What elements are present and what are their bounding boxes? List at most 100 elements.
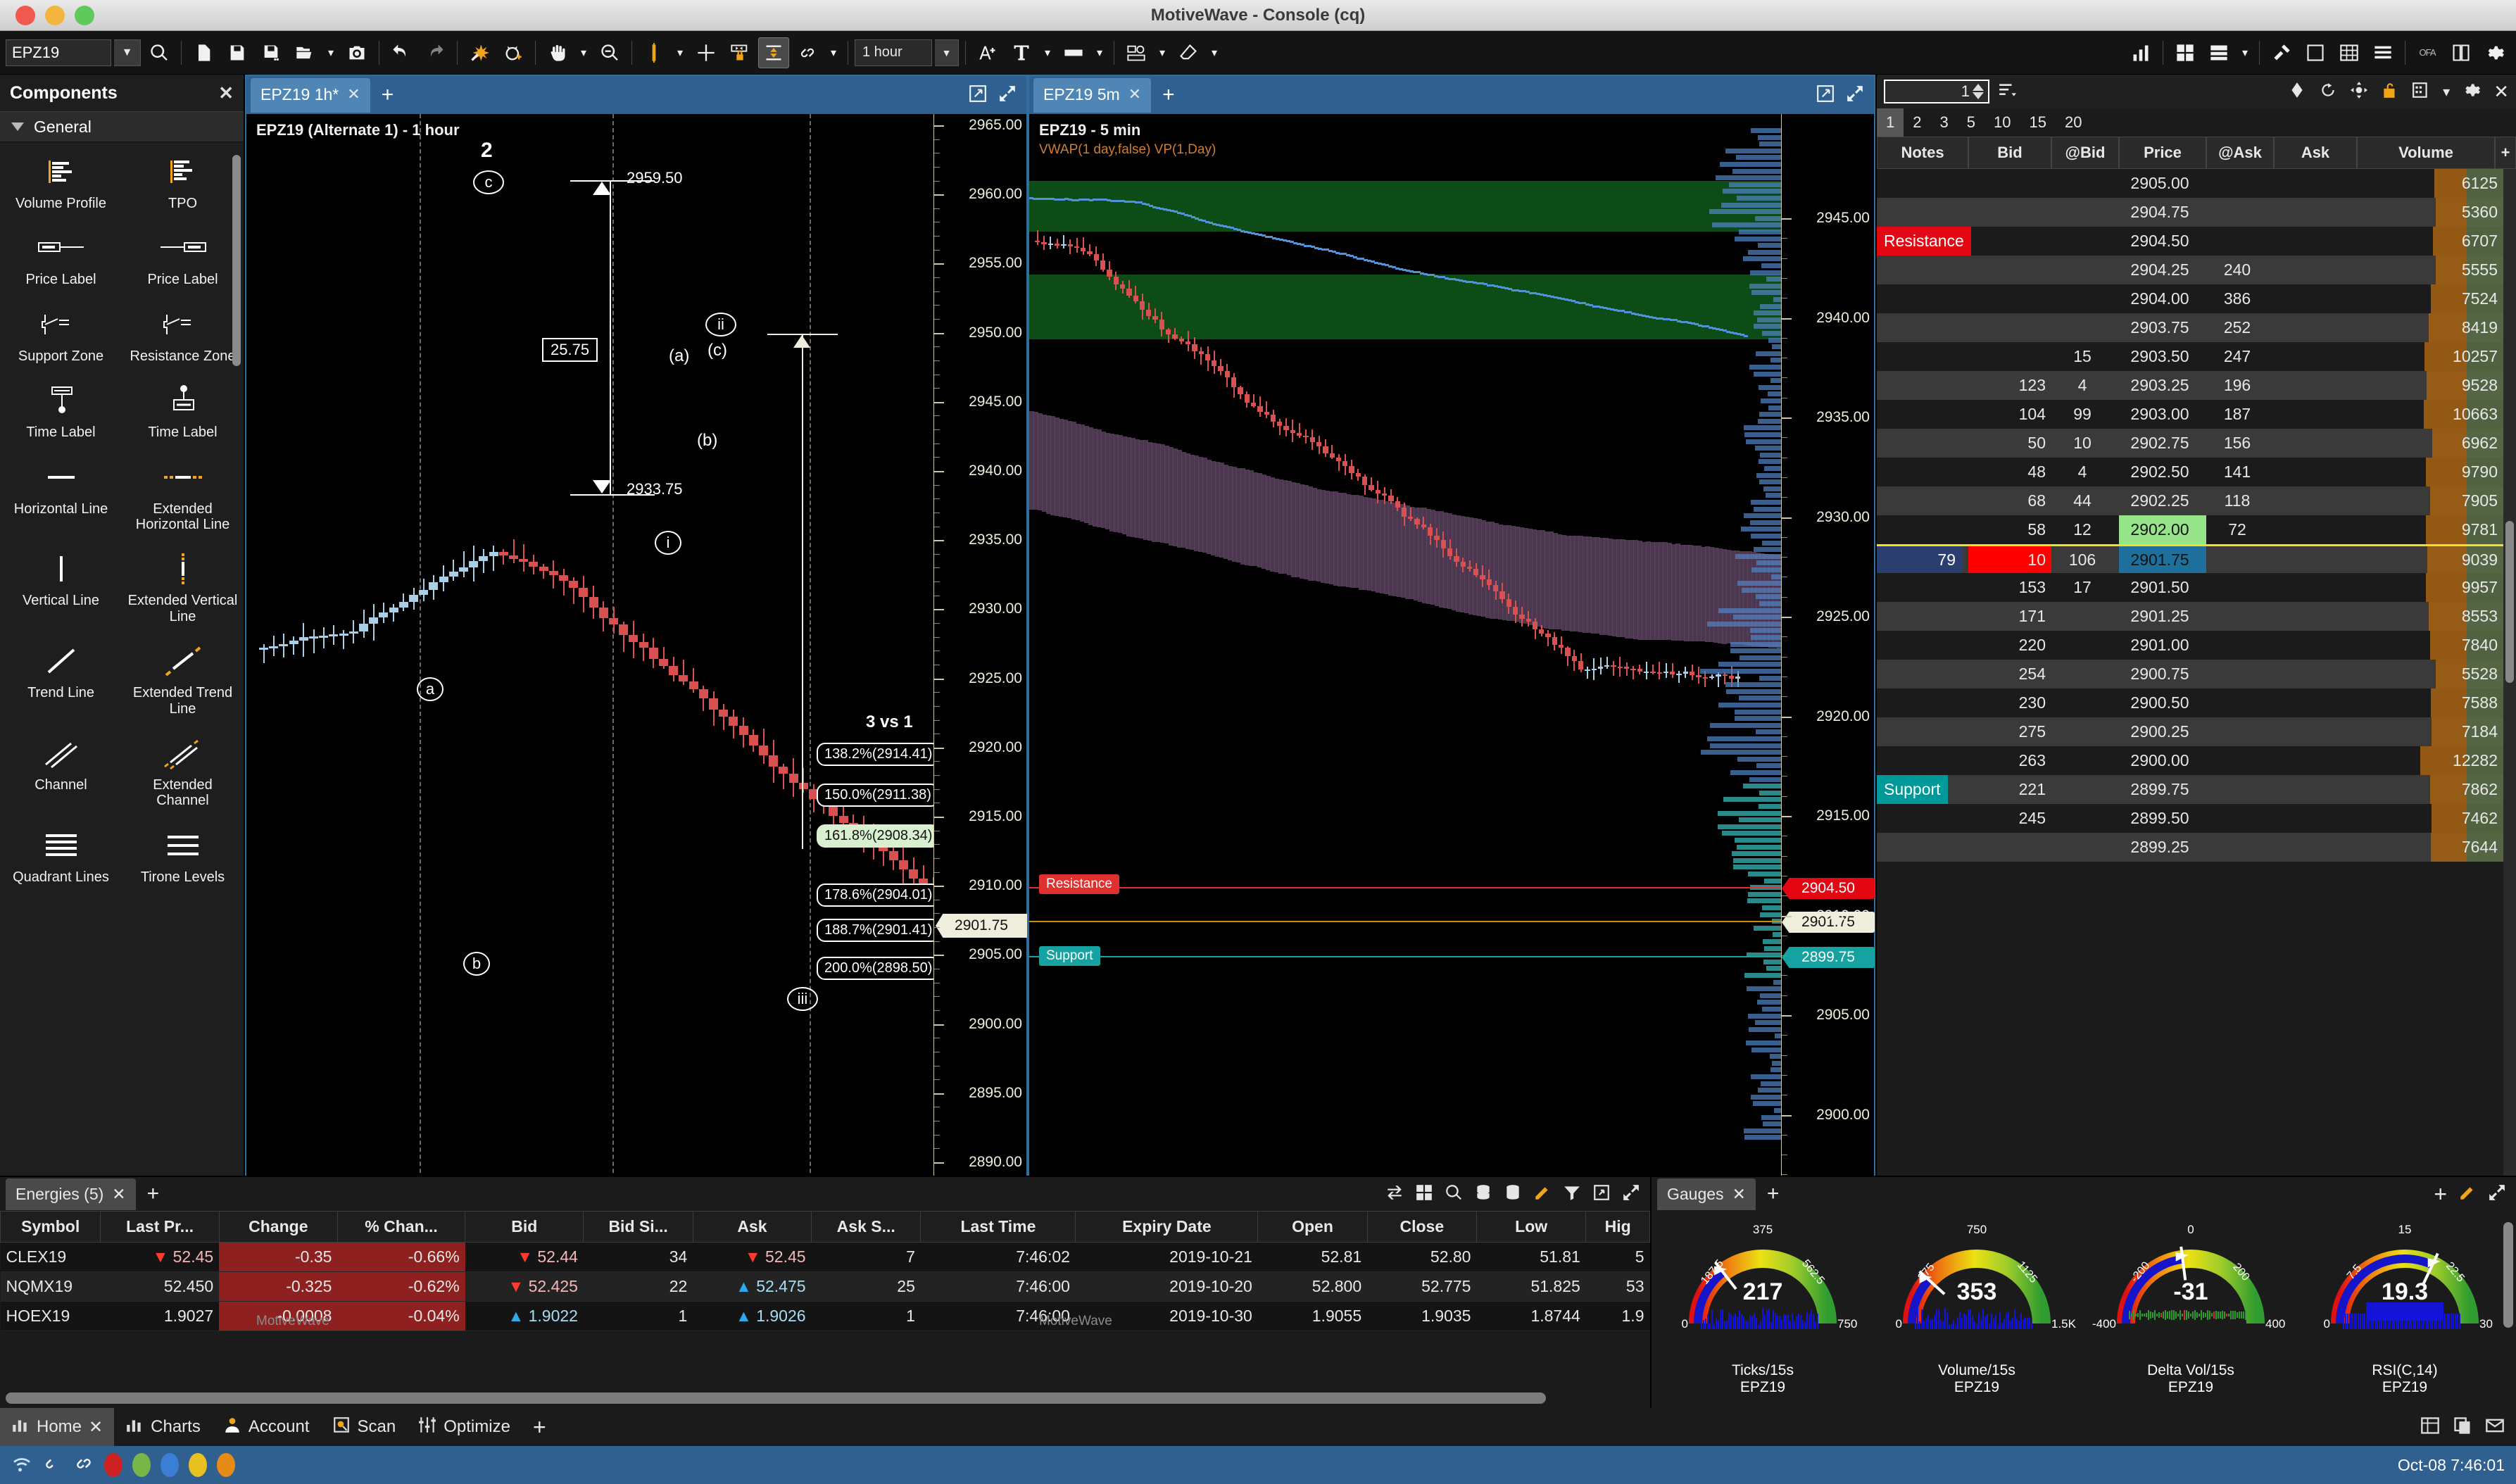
dom-cell-at-ask[interactable] bbox=[2206, 804, 2274, 833]
study-wizard-icon[interactable] bbox=[464, 37, 495, 68]
dom-cell-notes[interactable] bbox=[1877, 717, 1968, 746]
dom-cell-price[interactable]: 2903.00 bbox=[2119, 400, 2206, 429]
dom-cell-bid[interactable]: 10 bbox=[1968, 546, 2051, 573]
dom-cell-at-ask[interactable] bbox=[2206, 688, 2274, 717]
center-icon[interactable] bbox=[2350, 81, 2368, 103]
dom-cell-at-ask[interactable]: 118 bbox=[2206, 486, 2274, 515]
dom-cell-at-ask[interactable]: 386 bbox=[2206, 284, 2274, 313]
dom-cell-volume[interactable]: 7462 bbox=[2357, 804, 2503, 833]
column-header-price[interactable]: Price bbox=[2119, 137, 2206, 169]
copy-icon[interactable] bbox=[2453, 1416, 2472, 1439]
dom-cell-at-bid[interactable] bbox=[2051, 169, 2119, 198]
dom-cell-ask[interactable] bbox=[2274, 833, 2357, 862]
column-header[interactable]: Ask S... bbox=[811, 1211, 922, 1243]
dom-cell-volume[interactable]: 10257 bbox=[2357, 342, 2503, 371]
dom-cell-price[interactable]: 2903.50 bbox=[2119, 342, 2206, 371]
dom-cell-bid[interactable]: 275 bbox=[1968, 717, 2051, 746]
dom-cell-at-bid[interactable] bbox=[2051, 717, 2119, 746]
dom-cell-at-ask[interactable] bbox=[2206, 775, 2274, 804]
close-icon[interactable]: ✕ bbox=[1732, 1185, 1746, 1204]
dom-cell-price[interactable]: 2904.75 bbox=[2119, 198, 2206, 227]
ofa-label[interactable]: OFA bbox=[2412, 37, 2443, 68]
dom-cell-ask[interactable] bbox=[2274, 429, 2357, 458]
symbol-dropdown-icon[interactable]: ▼ bbox=[114, 39, 141, 66]
dom-cell-at-ask[interactable]: 247 bbox=[2206, 342, 2274, 371]
dom-cell-volume[interactable]: 7184 bbox=[2357, 717, 2503, 746]
symbol-input[interactable]: EPZ19 bbox=[6, 39, 111, 66]
save-icon[interactable] bbox=[222, 37, 253, 68]
component-extended-channel[interactable]: Extended Channel bbox=[122, 724, 244, 816]
dom-cell-at-bid[interactable] bbox=[2051, 804, 2119, 833]
settings-gear-icon[interactable] bbox=[2462, 81, 2481, 103]
dom-cell-at-ask[interactable] bbox=[2206, 631, 2274, 660]
dom-cell-price[interactable]: 2899.75 bbox=[2119, 775, 2206, 804]
dom-cell-bid[interactable]: 58 bbox=[1968, 515, 2051, 544]
status-dot-yellow[interactable] bbox=[189, 1453, 207, 1477]
taskbar-item-charts[interactable]: Charts bbox=[114, 1408, 212, 1446]
column-header[interactable]: Hig bbox=[1585, 1211, 1650, 1243]
dom-cell-at-bid[interactable] bbox=[2051, 775, 2119, 804]
tools-icon[interactable] bbox=[2266, 37, 2297, 68]
dom-cell-notes[interactable]: 79 bbox=[1877, 546, 1968, 573]
component-time-label-up[interactable]: Time Label bbox=[122, 371, 244, 447]
unlink-icon[interactable] bbox=[42, 1453, 63, 1478]
table-icon[interactable] bbox=[2334, 37, 2365, 68]
dom-cell-bid[interactable]: 230 bbox=[1968, 688, 2051, 717]
maximize-icon[interactable] bbox=[1622, 1183, 1640, 1205]
component-vertical-line[interactable]: Vertical Line bbox=[0, 539, 122, 631]
dom-cell-at-ask[interactable] bbox=[2206, 198, 2274, 227]
dom-cell-at-bid[interactable]: 44 bbox=[2051, 486, 2119, 515]
energies-horizontal-scrollbar[interactable] bbox=[6, 1392, 1547, 1404]
dom-cell-notes[interactable]: Resistance bbox=[1877, 227, 1971, 256]
component-price-label-left[interactable]: Price Label bbox=[0, 218, 122, 294]
add-watchlist-tab-button[interactable]: + bbox=[147, 1182, 160, 1206]
unlink-dropdown-icon[interactable]: ▾ bbox=[826, 37, 841, 68]
timeframe-dropdown-icon[interactable]: ▼ bbox=[935, 39, 959, 66]
wifi-icon[interactable] bbox=[11, 1453, 32, 1478]
layout-rows-icon[interactable] bbox=[2203, 37, 2234, 68]
dom-cell-at-ask[interactable]: 252 bbox=[2206, 313, 2274, 342]
dom-cell-at-bid[interactable]: 15 bbox=[2051, 342, 2119, 371]
column-header[interactable]: Last Time bbox=[920, 1211, 1076, 1243]
dom-cell-bid[interactable] bbox=[1968, 227, 2051, 256]
dom-cell-at-ask[interactable]: 196 bbox=[2206, 371, 2274, 400]
dom-cell-bid[interactable]: 245 bbox=[1968, 804, 2051, 833]
measure-dropdown-icon[interactable]: ▾ bbox=[1092, 37, 1107, 68]
dom-cell-at-ask[interactable]: 72 bbox=[2206, 515, 2274, 544]
maximize-icon[interactable] bbox=[2488, 1183, 2506, 1205]
dom-cell-price[interactable]: 2904.00 bbox=[2119, 284, 2206, 313]
dom-cell-volume[interactable]: 5555 bbox=[2357, 256, 2503, 284]
dom-cell-price[interactable]: 2903.25 bbox=[2119, 371, 2206, 400]
diamond-icon[interactable] bbox=[2288, 81, 2306, 103]
dom-cell-bid[interactable] bbox=[1968, 313, 2051, 342]
dom-cell-bid[interactable]: 104 bbox=[1968, 400, 2051, 429]
dom-cell-notes[interactable] bbox=[1877, 313, 1968, 342]
dom-cell-ask[interactable] bbox=[2274, 400, 2357, 429]
close-icon[interactable]: ✕ bbox=[89, 1417, 103, 1438]
fib-level-1618[interactable]: 161.8%(2908.34) bbox=[817, 824, 933, 848]
dom-menu-icon[interactable] bbox=[1996, 81, 2018, 103]
dom-cell-volume[interactable]: 7905 bbox=[2357, 486, 2503, 515]
dom-cell-ask[interactable] bbox=[2274, 227, 2357, 256]
dom-cell-ask[interactable] bbox=[2274, 169, 2357, 198]
dom-row[interactable]: 263 2900.00 12282 bbox=[1877, 746, 2503, 775]
dom-cell-volume[interactable]: 9957 bbox=[2357, 573, 2503, 602]
dom-cell-price[interactable]: 2902.75 bbox=[2119, 429, 2206, 458]
dom-row[interactable]: 2904.75 5360 bbox=[1877, 198, 2503, 227]
dom-note-tag[interactable]: Resistance bbox=[1877, 227, 1971, 256]
dom-cell-bid[interactable] bbox=[1968, 284, 2051, 313]
dom-cell-at-bid[interactable] bbox=[2051, 833, 2119, 862]
search-icon[interactable] bbox=[144, 37, 175, 68]
dom-cell-at-ask[interactable] bbox=[2206, 602, 2274, 631]
dom-cell-ask[interactable] bbox=[2274, 342, 2357, 371]
component-extended-trend-line[interactable]: Extended Trend Line bbox=[122, 631, 244, 724]
dom-row[interactable]: 48 4 2902.50 141 9790 bbox=[1877, 458, 2503, 486]
dom-cell-at-ask[interactable]: 187 bbox=[2206, 400, 2274, 429]
dom-rows[interactable]: 2905.00 6125 2904.75 5360 Resistance 2904.50 6… bbox=[1877, 169, 2503, 1176]
dom-cell-price[interactable]: 2904.25 bbox=[2119, 256, 2206, 284]
dom-row[interactable]: 2903.75 252 8419 bbox=[1877, 313, 2503, 342]
text-dropdown-icon[interactable]: ▾ bbox=[1040, 37, 1055, 68]
add-gauges-tab-button[interactable]: + bbox=[1767, 1182, 1780, 1206]
candle-dropdown-icon[interactable]: ▾ bbox=[672, 37, 688, 68]
component-volume-profile[interactable]: Volume Profile bbox=[0, 142, 122, 218]
